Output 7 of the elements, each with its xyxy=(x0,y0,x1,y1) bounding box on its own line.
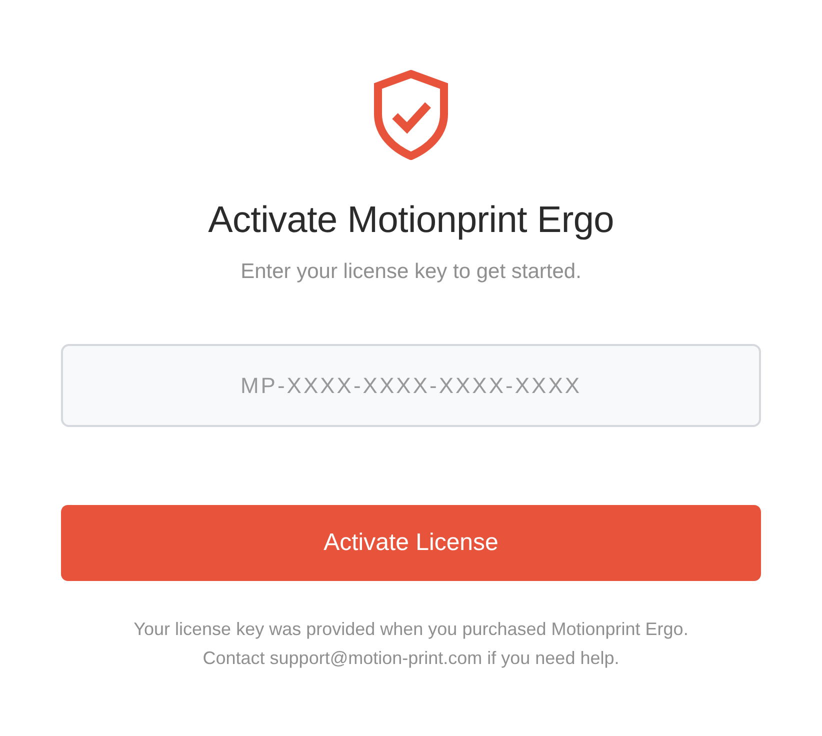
help-text: Contact support@motion-print.com if you need help. xyxy=(202,647,620,670)
help-text: Your license key was provided when you purchased Motionprint Ergo. xyxy=(134,618,688,641)
shield-check-icon xyxy=(373,70,449,160)
license-key-field[interactable]: MP-XXXX-XXXX-XXXX-XXXX xyxy=(61,344,761,427)
page-title: Activate Motionprint Ergo xyxy=(208,198,614,242)
subtitle: Enter your license key to get started. xyxy=(240,259,582,285)
activate-license-button[interactable]: Activate License xyxy=(61,505,761,581)
